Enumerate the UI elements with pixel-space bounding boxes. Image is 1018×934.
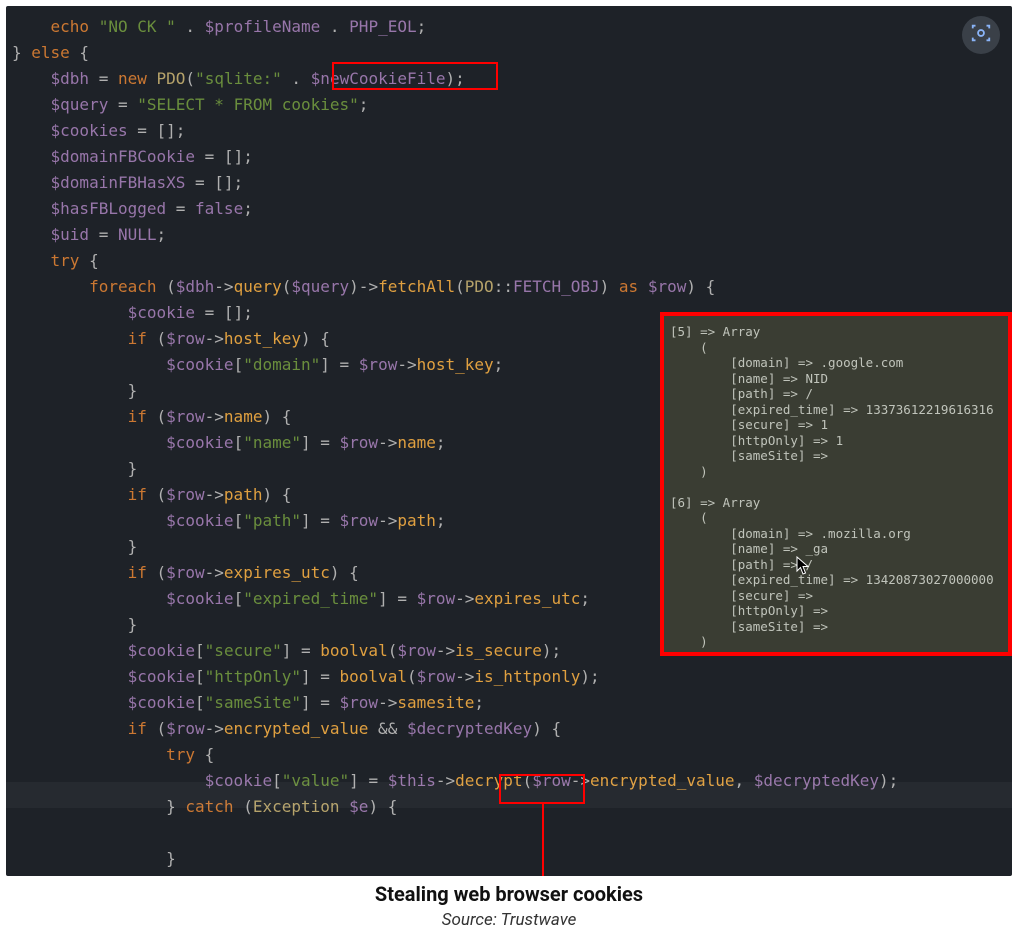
code-screenshot: echo "NO CK " . $profileName . PHP_EOL; … (6, 6, 1012, 876)
array-entry-5: [5] => Array ( [domain] => .google.com [… (670, 324, 994, 479)
caption-title: Stealing web browser cookies (0, 882, 1018, 906)
lens-icon (970, 22, 992, 48)
array-dump-overlay: [5] => Array ( [domain] => .google.com [… (660, 312, 1012, 656)
array-entry-6: [6] => Array ( [domain] => .mozilla.org … (670, 495, 994, 650)
figure-caption: Stealing web browser cookies Source: Tru… (0, 882, 1018, 930)
lens-search-button[interactable] (962, 16, 1000, 54)
caption-source: Source: Trustwave (0, 910, 1018, 930)
